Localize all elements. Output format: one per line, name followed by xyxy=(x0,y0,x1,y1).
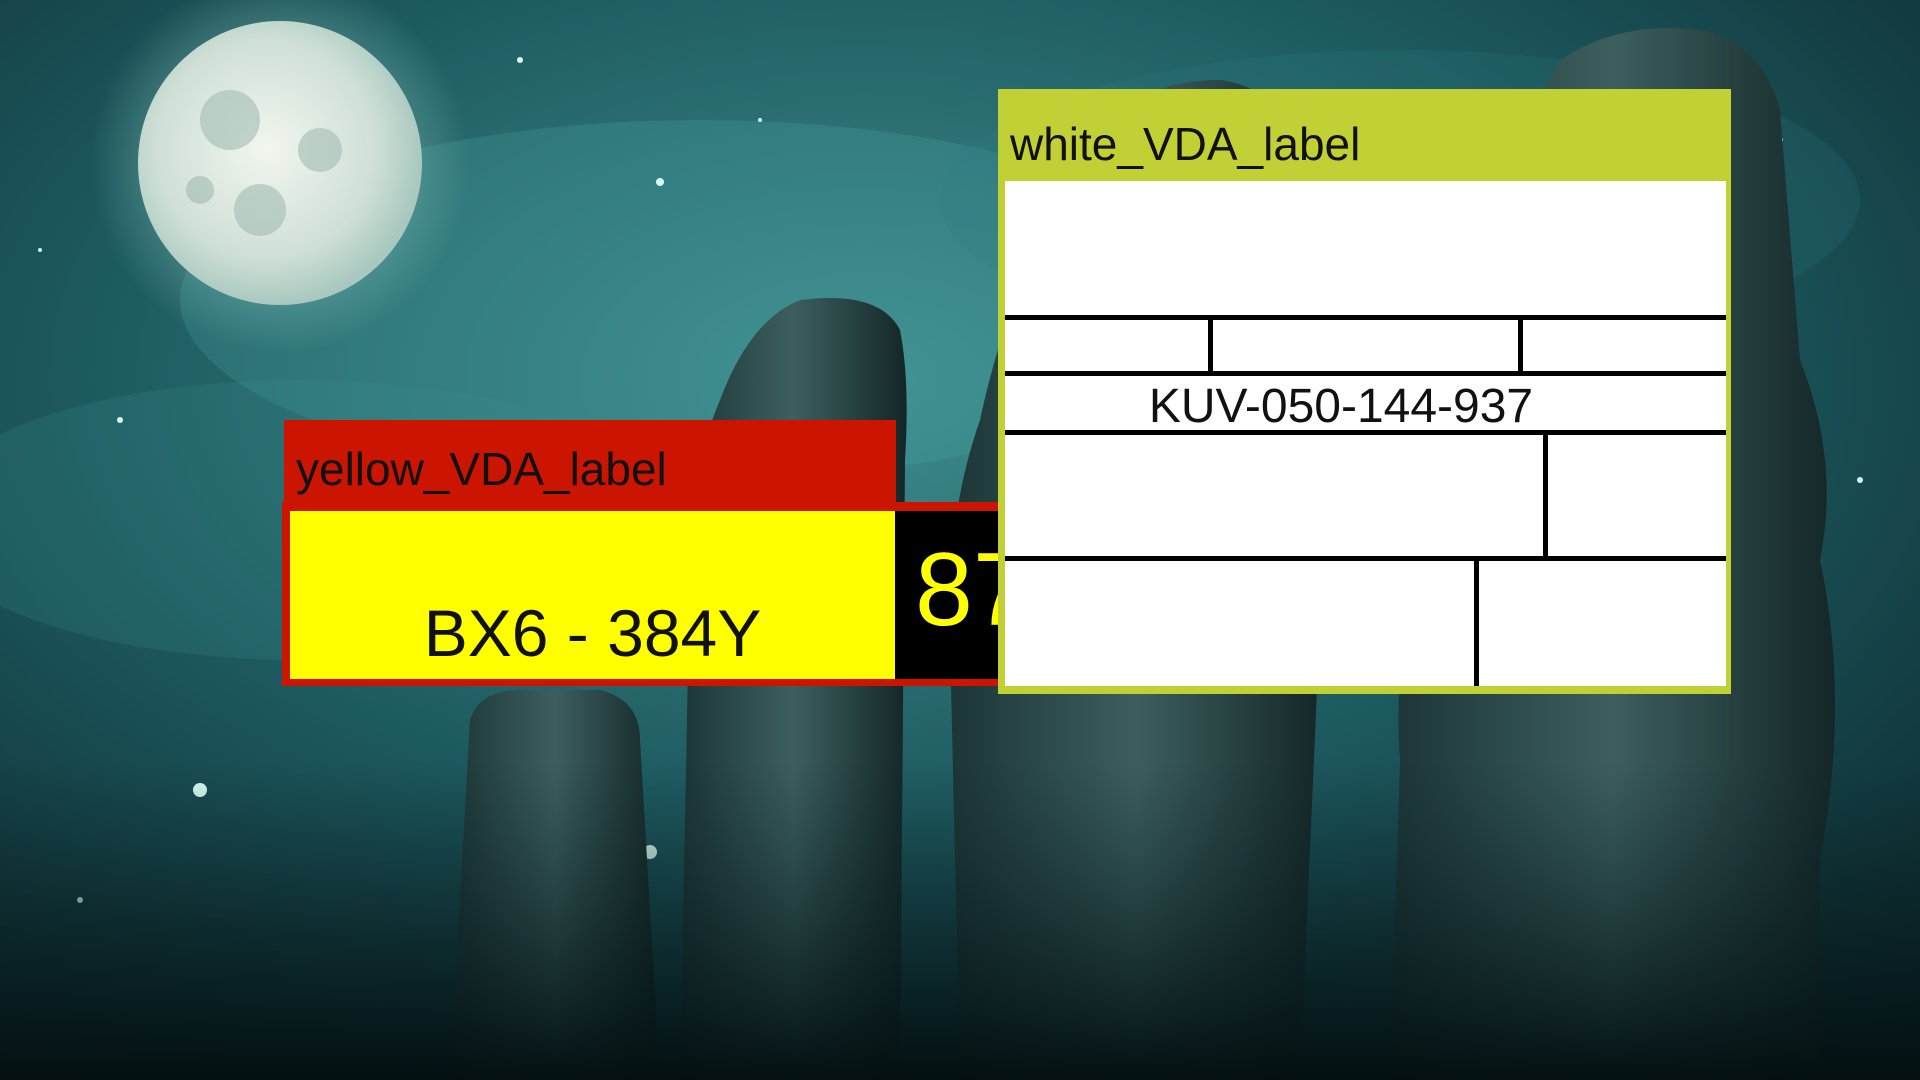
white-label-column-divider xyxy=(1208,315,1213,376)
yellow-label-title: yellow_VDA_label xyxy=(296,443,667,495)
white-label-code: KUV-050-144-937 xyxy=(1148,380,1534,433)
white-label-row-divider xyxy=(1005,556,1726,561)
white-label-column-divider xyxy=(1474,556,1479,686)
white-label-column-divider xyxy=(1518,315,1523,376)
white-label-title: white_VDA_label xyxy=(1010,118,1361,170)
yellow-label-code: BX6 - 384Y xyxy=(423,596,762,670)
white-label-column-divider xyxy=(1543,430,1548,561)
white-label-row-divider xyxy=(1005,371,1726,376)
white-label-row-divider xyxy=(1005,315,1726,320)
